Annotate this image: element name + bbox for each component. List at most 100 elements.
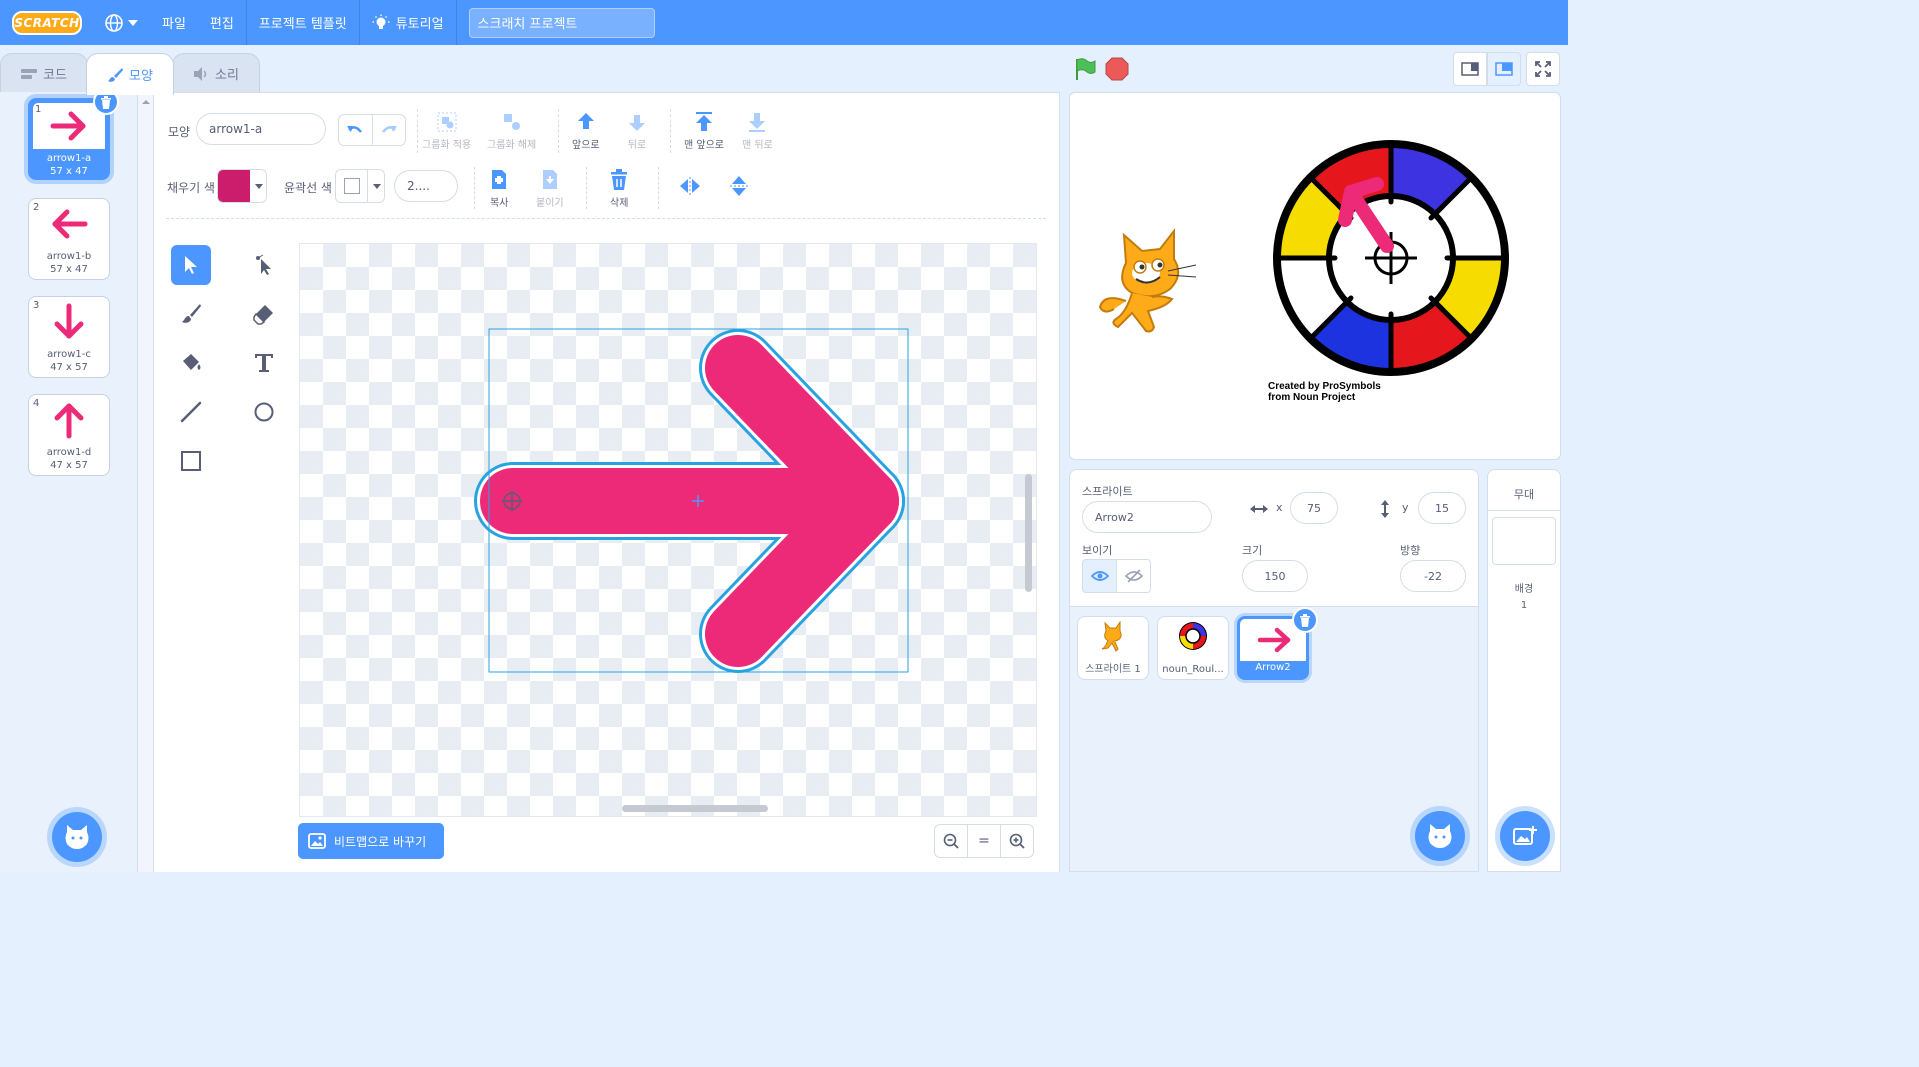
group-button[interactable]: 그룹화 적용 (422, 111, 471, 151)
costume-item[interactable]: 2 arrow1-b 57 x 47 (28, 198, 110, 280)
arrow-bottom-layer-icon (749, 113, 766, 132)
show-sprite-button[interactable] (1082, 559, 1117, 593)
tab-sounds-label: 소리 (215, 68, 239, 83)
canvas-horizontal-scrollbar[interactable] (622, 805, 768, 812)
tab-costumes[interactable]: 모양 (86, 53, 174, 95)
credit-text-1: Created by ProSymbols (1268, 381, 1381, 392)
costume-item[interactable]: 3 arrow1-c 47 x 57 (28, 296, 110, 378)
choose-sprite-button[interactable] (1415, 811, 1465, 861)
paste-button[interactable]: 붙이기 (536, 169, 564, 209)
x-input[interactable]: 75 (1290, 492, 1338, 524)
y-input[interactable]: 15 (1418, 492, 1466, 524)
tab-sounds[interactable]: 소리 (172, 53, 260, 93)
roulette-sprite[interactable] (1269, 136, 1513, 380)
size-label: 크기 (1242, 544, 1263, 557)
outline-color-picker[interactable] (335, 169, 385, 203)
toolbar-divider (670, 109, 671, 153)
zoom-out-button[interactable] (935, 825, 967, 857)
templates-menu[interactable]: 프로젝트 템플릿 (247, 0, 359, 45)
toolbar-divider (474, 167, 475, 209)
choose-costume-button[interactable] (52, 812, 102, 862)
normal-stage-button[interactable] (1487, 52, 1521, 86)
flip-vertical-button[interactable] (730, 175, 748, 197)
scratch-logo[interactable]: SCRATCH (12, 10, 82, 35)
fill-color-label: 채우기 색 (167, 181, 215, 195)
edit-menu[interactable]: 편집 (198, 0, 246, 45)
stage-target-panel[interactable]: 무대 배경 1 (1487, 469, 1561, 872)
arrow-shape[interactable] (300, 244, 1037, 817)
ungroup-icon (503, 114, 520, 130)
copy-button[interactable]: 복사 (490, 169, 508, 209)
flip-horizontal-button[interactable] (679, 177, 701, 195)
stop-icon[interactable] (1105, 57, 1129, 81)
circle-tool[interactable] (244, 392, 284, 432)
costume-size: 57 x 47 (50, 166, 88, 177)
costume-number: 2 (33, 202, 40, 213)
cat-sprite[interactable] (1096, 223, 1206, 343)
hide-sprite-button[interactable] (1116, 559, 1151, 593)
costume-list-scrollbar[interactable] (138, 92, 154, 872)
sprite-name-input[interactable]: Arrow2 (1082, 501, 1212, 533)
outline-width-input[interactable]: 2.... (394, 170, 458, 202)
eraser-tool[interactable] (244, 294, 284, 334)
ungroup-button[interactable]: 그룹화 해제 (487, 111, 536, 151)
paint-bucket-icon (183, 354, 201, 370)
fill-color-picker[interactable] (217, 169, 267, 203)
costume-item[interactable]: 4 arrow1-d 47 x 57 (28, 394, 110, 476)
reshape-tool[interactable] (244, 245, 284, 285)
backward-button[interactable]: 뒤로 (626, 111, 648, 151)
select-tool[interactable] (171, 245, 211, 285)
credit-text-2: from Noun Project (1268, 392, 1356, 403)
size-input[interactable]: 150 (1242, 560, 1308, 592)
redo-button[interactable] (373, 115, 406, 145)
sprite-tile[interactable]: 스프라이트 1 (1077, 616, 1149, 680)
tab-code-label: 코드 (43, 68, 67, 83)
costume-thumbnail (33, 103, 105, 149)
language-menu[interactable] (92, 0, 150, 45)
front-button[interactable]: 맨 앞으로 (684, 111, 724, 151)
tab-code[interactable]: 코드 (0, 53, 88, 93)
zoom-in-button[interactable] (1000, 825, 1033, 857)
group-label: 그룹화 적용 (422, 140, 472, 151)
costume-list: 1 arrow1-a 57 x 47 2 arrow1-b 57 x 47 3 … (0, 89, 138, 872)
project-title-input[interactable]: 스크래치 프로젝트 (468, 7, 655, 38)
costume-name-input[interactable]: arrow1-a (196, 113, 326, 145)
y-arrows-icon (1381, 500, 1389, 518)
brush-tool[interactable] (171, 294, 211, 334)
choose-backdrop-button[interactable] (1500, 811, 1550, 861)
small-stage-button[interactable] (1453, 52, 1487, 86)
editor-tabs: 코드 모양 소리 (0, 53, 260, 95)
delete-sprite-button[interactable] (1292, 607, 1318, 633)
globe-icon (105, 13, 123, 32)
line-tool[interactable] (171, 392, 211, 432)
fill-tool[interactable] (171, 343, 211, 383)
green-flag-icon[interactable] (1073, 57, 1097, 81)
direction-input[interactable]: -22 (1400, 560, 1466, 592)
file-menu[interactable]: 파일 (150, 0, 198, 45)
text-tool[interactable] (244, 343, 284, 383)
copy-icon (492, 170, 507, 189)
menu-bar: SCRATCH 파일 편집 프로젝트 템플릿 튜토리얼 스크래치 프로젝트 (0, 0, 1568, 45)
costume-item[interactable]: 1 arrow1-a 57 x 47 (28, 89, 119, 180)
paint-canvas[interactable] (299, 243, 1037, 817)
delete-button[interactable]: 삭제 (610, 169, 628, 209)
rectangle-icon (181, 451, 201, 471)
costume-name: arrow1-d (46, 447, 92, 458)
back-button[interactable]: 맨 뒤로 (742, 111, 773, 151)
convert-bitmap-button[interactable]: 비트맵으로 바꾸기 (298, 823, 444, 859)
arrow-top-layer-icon (695, 112, 712, 131)
sprite-tile[interactable]: Arrow2 (1237, 607, 1318, 680)
zoom-reset-button[interactable]: = (967, 825, 1000, 857)
group-icon (437, 112, 457, 132)
fullscreen-button[interactable] (1526, 52, 1560, 86)
backdrop-thumbnail[interactable] (1492, 517, 1556, 565)
stage-panel-title: 무대 (1513, 488, 1535, 501)
tutorials-menu[interactable]: 튜토리얼 (360, 0, 456, 45)
undo-button[interactable] (339, 115, 373, 145)
canvas-vertical-scrollbar[interactable] (1025, 474, 1032, 592)
flip-vertical-icon (730, 176, 748, 196)
rectangle-tool[interactable] (171, 441, 211, 481)
stage[interactable]: Created by ProSymbols from Noun Project (1069, 92, 1561, 460)
forward-button[interactable]: 앞으로 (572, 111, 600, 151)
sprite-tile[interactable]: noun_Roul... (1157, 616, 1229, 680)
